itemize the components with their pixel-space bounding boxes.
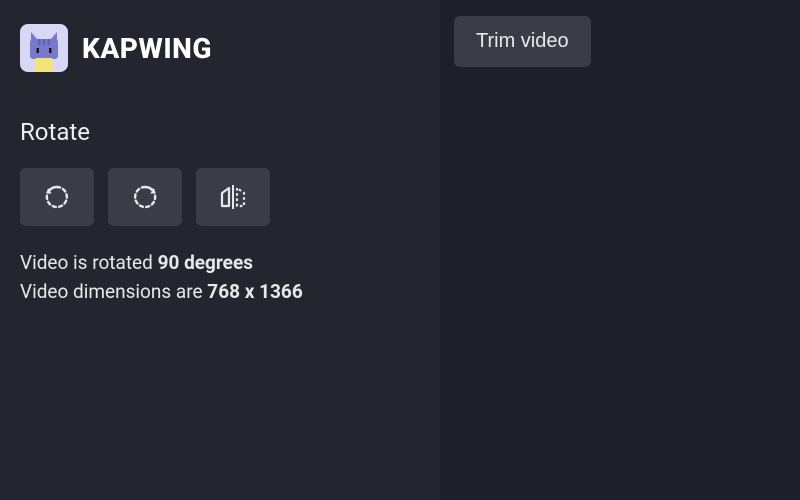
rotate-ccw-button[interactable] <box>20 168 94 226</box>
right-panel: Trim video <box>440 0 800 500</box>
brand-name: KAPWING <box>82 32 212 65</box>
cat-mascot-icon <box>24 30 64 72</box>
flip-horizontal-icon <box>217 182 249 212</box>
rotate-ccw-icon <box>42 182 72 212</box>
rotation-status-value: 90 degrees <box>158 251 253 274</box>
trim-video-button[interactable]: Trim video <box>454 16 591 67</box>
flip-horizontal-button[interactable] <box>196 168 270 226</box>
left-panel: KAPWING Rotate <box>0 0 440 500</box>
app-logo <box>20 24 68 72</box>
rotate-cw-icon <box>130 182 160 212</box>
dimensions-status-prefix: Video dimensions are <box>20 280 207 303</box>
rotate-button-group <box>20 168 420 226</box>
dimensions-status-value: 768 x 1366 <box>207 280 302 303</box>
dimensions-status-line: Video dimensions are 768 x 1366 <box>20 277 420 306</box>
rotation-status-prefix: Video is rotated <box>20 251 158 274</box>
brand-row: KAPWING <box>20 24 420 72</box>
rotation-status-line: Video is rotated 90 degrees <box>20 248 420 277</box>
rotate-cw-button[interactable] <box>108 168 182 226</box>
section-title-rotate: Rotate <box>20 118 420 146</box>
